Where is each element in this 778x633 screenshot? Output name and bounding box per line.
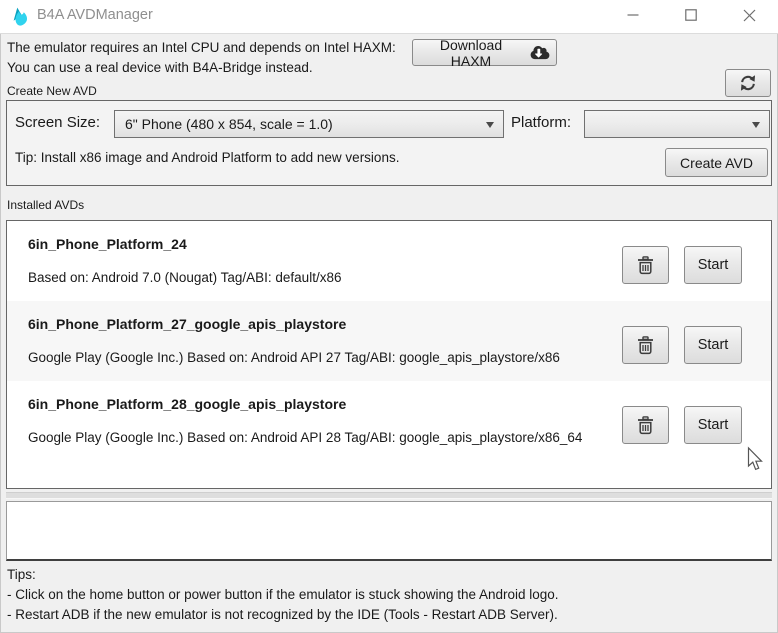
start-avd-button[interactable]: Start bbox=[684, 246, 742, 284]
trash-icon bbox=[637, 415, 654, 435]
start-avd-button[interactable]: Start bbox=[684, 326, 742, 364]
delete-avd-button[interactable] bbox=[622, 326, 669, 364]
create-avd-groupbox: Screen Size: 6" Phone (480 x 854, scale … bbox=[6, 100, 772, 186]
platform-label: Platform: bbox=[511, 114, 572, 131]
minimize-icon bbox=[627, 9, 639, 24]
avd-name: 6in_Phone_Platform_27_google_apis_playst… bbox=[28, 316, 347, 332]
splitter-handle[interactable] bbox=[6, 492, 772, 499]
platform-dropdown[interactable] bbox=[584, 110, 770, 138]
trash-icon bbox=[637, 255, 654, 275]
avd-name: 6in_Phone_Platform_24 bbox=[28, 236, 187, 252]
delete-avd-button[interactable] bbox=[622, 406, 669, 444]
tip-item: - Restart ADB if the new emulator is not… bbox=[7, 607, 558, 622]
create-avd-button[interactable]: Create AVD bbox=[665, 148, 768, 177]
b4a-logo-icon bbox=[11, 6, 32, 27]
haxm-notice-line1: The emulator requires an Intel CPU and d… bbox=[7, 40, 396, 55]
chevron-down-icon bbox=[486, 122, 494, 128]
tips-title: Tips: bbox=[7, 567, 36, 582]
titlebar: B4A AVDManager bbox=[0, 0, 778, 34]
maximize-icon bbox=[685, 9, 697, 24]
download-haxm-button[interactable]: Download HAXM bbox=[412, 36, 557, 69]
chevron-down-icon bbox=[752, 122, 760, 128]
haxm-notice-line2: You can use a real device with B4A-Bridg… bbox=[7, 60, 313, 75]
close-button[interactable] bbox=[720, 0, 778, 33]
delete-avd-button[interactable] bbox=[622, 246, 669, 284]
window-controls bbox=[604, 0, 778, 33]
avd-manager-window: { "window": { "title": "B4A AVDManager" … bbox=[0, 0, 778, 633]
avd-name: 6in_Phone_Platform_28_google_apis_playst… bbox=[28, 396, 347, 412]
avd-row: 6in_Phone_Platform_28_google_apis_playst… bbox=[7, 381, 771, 461]
avd-description: Google Play (Google Inc.) Based on: Andr… bbox=[28, 430, 583, 445]
create-avd-tip: Tip: Install x86 image and Android Platf… bbox=[15, 150, 400, 165]
avd-row: 6in_Phone_Platform_24 Based on: Android … bbox=[7, 221, 771, 301]
cloud-download-icon bbox=[530, 45, 550, 60]
installed-avds-group-label: Installed AVDs bbox=[7, 198, 85, 212]
maximize-button[interactable] bbox=[662, 0, 720, 33]
haxm-notice: The emulator requires an Intel CPU and d… bbox=[7, 38, 396, 78]
start-avd-button[interactable]: Start bbox=[684, 406, 742, 444]
refresh-button[interactable] bbox=[725, 69, 771, 97]
create-avd-group-label: Create New AVD bbox=[7, 84, 97, 98]
download-haxm-label: Download HAXM bbox=[439, 36, 503, 69]
tip-item: - Click on the home button or power butt… bbox=[7, 587, 559, 602]
window-title: B4A AVDManager bbox=[37, 7, 153, 23]
screen-size-label: Screen Size: bbox=[15, 114, 101, 131]
avd-row: 6in_Phone_Platform_27_google_apis_playst… bbox=[7, 301, 771, 381]
trash-icon bbox=[637, 335, 654, 355]
minimize-button[interactable] bbox=[604, 0, 662, 33]
avd-description: Google Play (Google Inc.) Based on: Andr… bbox=[28, 350, 560, 365]
tips-section: Tips: - Click on the home button or powe… bbox=[7, 565, 559, 625]
installed-avds-groupbox: 6in_Phone_Platform_24 Based on: Android … bbox=[6, 220, 772, 489]
log-output-area[interactable] bbox=[6, 501, 772, 561]
screen-size-value: 6" Phone (480 x 854, scale = 1.0) bbox=[125, 116, 333, 132]
screen-size-dropdown[interactable]: 6" Phone (480 x 854, scale = 1.0) bbox=[114, 110, 504, 138]
avd-description: Based on: Android 7.0 (Nougat) Tag/ABI: … bbox=[28, 270, 342, 285]
close-icon bbox=[743, 9, 756, 25]
refresh-icon bbox=[739, 74, 757, 92]
